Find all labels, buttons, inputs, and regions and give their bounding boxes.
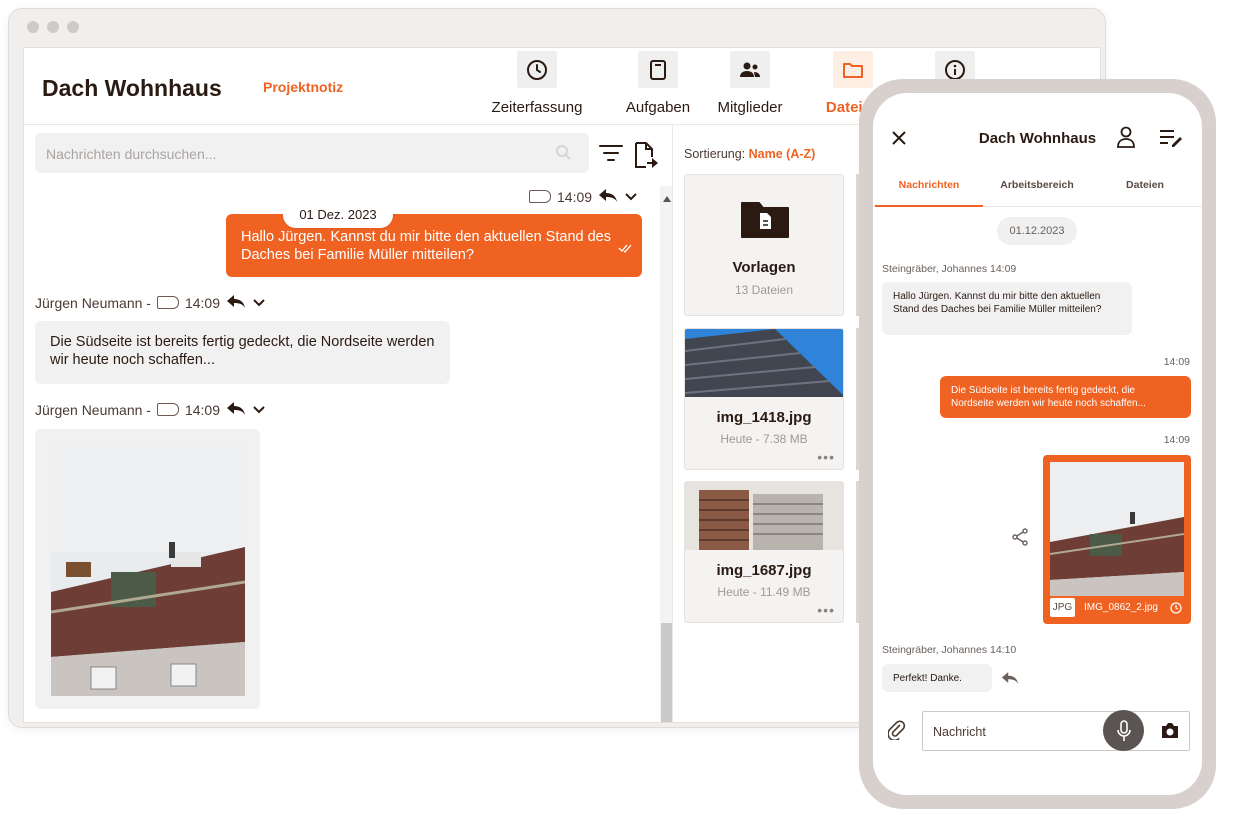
message-bubble-incoming[interactable]: Perfekt! Danke. bbox=[882, 664, 992, 692]
file-card[interactable]: img_1687.jpg Heute - 11.49 MB ••• bbox=[684, 481, 844, 623]
reply-icon[interactable] bbox=[226, 401, 246, 418]
message-time: 14:09 bbox=[184, 401, 220, 418]
file-thumbnail bbox=[685, 482, 843, 550]
share-icon[interactable] bbox=[1011, 528, 1029, 551]
active-tab-indicator bbox=[875, 205, 983, 207]
message-meta: 14:09 bbox=[529, 188, 638, 205]
date-chip: 01.12.2023 bbox=[997, 217, 1077, 245]
sort-label: Sortierung: bbox=[684, 147, 746, 161]
sender-name: Jürgen Neumann - bbox=[35, 294, 151, 311]
folder-icon bbox=[833, 51, 873, 88]
message-text: Perfekt! Danke. bbox=[893, 673, 962, 684]
file-meta: Heute - 11.49 MB bbox=[717, 585, 811, 599]
sender-name: Jürgen Neumann - bbox=[35, 401, 151, 418]
microphone-button[interactable] bbox=[1103, 710, 1144, 751]
clock-icon bbox=[1170, 601, 1182, 619]
users-icon bbox=[730, 51, 770, 88]
chevron-down-icon[interactable] bbox=[252, 295, 266, 311]
project-title: Dach Wohnhaus bbox=[42, 75, 222, 101]
chevron-down-icon[interactable] bbox=[624, 189, 638, 205]
clipboard-icon bbox=[638, 51, 678, 88]
roof-photo[interactable] bbox=[1050, 462, 1184, 596]
export-file-icon[interactable] bbox=[633, 141, 659, 176]
message-meta: 14:09 bbox=[1163, 434, 1190, 446]
file-name: img_1687.jpg bbox=[716, 562, 812, 579]
phone-frame: Dach Wohnhaus Nachrichten Arbeitsbereich… bbox=[859, 79, 1216, 809]
reply-icon[interactable] bbox=[226, 294, 246, 311]
message-meta: Jürgen Neumann - 14:09 bbox=[35, 294, 266, 311]
message-text: Die Südseite ist bereits fertig gedeckt,… bbox=[951, 385, 1146, 409]
microphone-icon bbox=[1116, 719, 1131, 741]
phone-tab-dateien[interactable]: Dateien bbox=[1091, 179, 1199, 191]
message-bubble-outgoing[interactable]: Die Südseite ist bereits fertig gedeckt,… bbox=[940, 376, 1191, 418]
search-input[interactable]: Nachrichten durchsuchen... bbox=[35, 133, 589, 173]
folder-icon bbox=[741, 202, 789, 238]
more-options-icon[interactable]: ••• bbox=[817, 450, 835, 464]
phone-screen: Dach Wohnhaus Nachrichten Arbeitsbereich… bbox=[873, 93, 1202, 795]
reply-icon[interactable] bbox=[598, 188, 618, 205]
project-subtitle-link[interactable]: Projektnotiz bbox=[263, 79, 343, 95]
filter-icon[interactable] bbox=[599, 142, 623, 169]
chat-scrollbar-thumb[interactable] bbox=[661, 623, 672, 722]
user-icon[interactable] bbox=[1116, 126, 1136, 153]
tag-icon[interactable] bbox=[156, 296, 179, 309]
read-check-icon bbox=[618, 240, 634, 258]
file-meta: Heute - 7.38 MB bbox=[720, 432, 808, 446]
file-name: IMG_0862_2.jpg bbox=[1084, 602, 1158, 613]
message-meta: Jürgen Neumann - 14:09 bbox=[35, 401, 266, 418]
file-thumbnail bbox=[685, 329, 843, 397]
message-time: 14:09 bbox=[184, 294, 220, 311]
message-text: Hallo Jürgen. Kannst du mir bitte den ak… bbox=[893, 291, 1102, 315]
file-meta: 13 Dateien bbox=[734, 283, 794, 297]
phone-tabs: Nachrichten Arbeitsbereich Dateien bbox=[873, 175, 1202, 207]
more-options-icon[interactable]: ••• bbox=[817, 603, 835, 617]
tab-label: Mitglieder bbox=[717, 99, 783, 116]
message-text: Die Südseite ist bereits fertig gedeckt,… bbox=[50, 334, 435, 368]
message-bubble-incoming[interactable]: Hallo Jürgen. Kannst du mir bitte den ak… bbox=[882, 282, 1132, 335]
image-message[interactable]: JPG IMG_0862_2.jpg bbox=[1043, 455, 1191, 624]
tag-icon[interactable] bbox=[529, 190, 551, 203]
message-meta: Steingräber, Johannes 14:10 bbox=[882, 644, 1017, 656]
message-input[interactable]: Nachricht bbox=[922, 711, 1190, 751]
chevron-down-icon[interactable] bbox=[252, 402, 266, 418]
tab-label: Zeiterfassung bbox=[491, 99, 583, 116]
phone-tab-nachrichten[interactable]: Nachrichten bbox=[875, 179, 983, 191]
file-card-folder[interactable]: Vorlagen 13 Dateien bbox=[684, 174, 844, 316]
search-icon[interactable] bbox=[555, 144, 571, 163]
file-name: img_1418.jpg bbox=[716, 409, 812, 426]
scroll-up-icon[interactable] bbox=[663, 189, 671, 207]
search-placeholder: Nachrichten durchsuchen... bbox=[46, 146, 217, 162]
tab-label: Aufgaben bbox=[625, 99, 691, 116]
camera-icon[interactable] bbox=[1160, 722, 1180, 744]
window-dot bbox=[47, 21, 59, 33]
pane-divider bbox=[672, 125, 673, 722]
window-dot bbox=[67, 21, 79, 33]
input-placeholder: Nachricht bbox=[933, 725, 986, 739]
attachment-icon[interactable] bbox=[887, 720, 906, 745]
reply-icon[interactable] bbox=[1001, 671, 1019, 689]
date-chip: 01 Dez. 2023 bbox=[283, 201, 393, 228]
file-card[interactable]: img_1418.jpg Heute - 7.38 MB ••• bbox=[684, 328, 844, 470]
tab-mitglieder[interactable]: Mitglieder bbox=[700, 48, 800, 116]
message-meta: 14:09 bbox=[1163, 356, 1190, 368]
message-bubble-incoming[interactable]: Die Südseite ist bereits fertig gedeckt,… bbox=[35, 321, 450, 384]
image-message[interactable] bbox=[35, 429, 260, 709]
tab-aufgaben[interactable]: Aufgaben bbox=[608, 48, 708, 116]
sort-control[interactable]: Sortierung: Name (A-Z) bbox=[684, 147, 815, 161]
phone-title: Dach Wohnhaus bbox=[978, 130, 1097, 147]
roof-photo[interactable] bbox=[51, 442, 245, 696]
message-meta: Steingräber, Johannes 14:09 bbox=[882, 263, 1017, 275]
message-time: 14:09 bbox=[557, 188, 593, 205]
clock-icon bbox=[517, 51, 557, 88]
window-dot bbox=[27, 21, 39, 33]
file-name: Vorlagen bbox=[732, 259, 796, 276]
phone-tab-arbeitsbereich[interactable]: Arbeitsbereich bbox=[983, 179, 1091, 191]
tab-zeiterfassung[interactable]: Zeiterfassung bbox=[487, 48, 587, 116]
edit-notes-icon[interactable] bbox=[1159, 129, 1183, 152]
message-text: Hallo Jürgen. Kannst du mir bitte den ak… bbox=[241, 229, 611, 263]
file-type-badge: JPG bbox=[1050, 598, 1075, 617]
tag-icon[interactable] bbox=[156, 403, 179, 416]
sort-value: Name (A-Z) bbox=[748, 147, 816, 161]
